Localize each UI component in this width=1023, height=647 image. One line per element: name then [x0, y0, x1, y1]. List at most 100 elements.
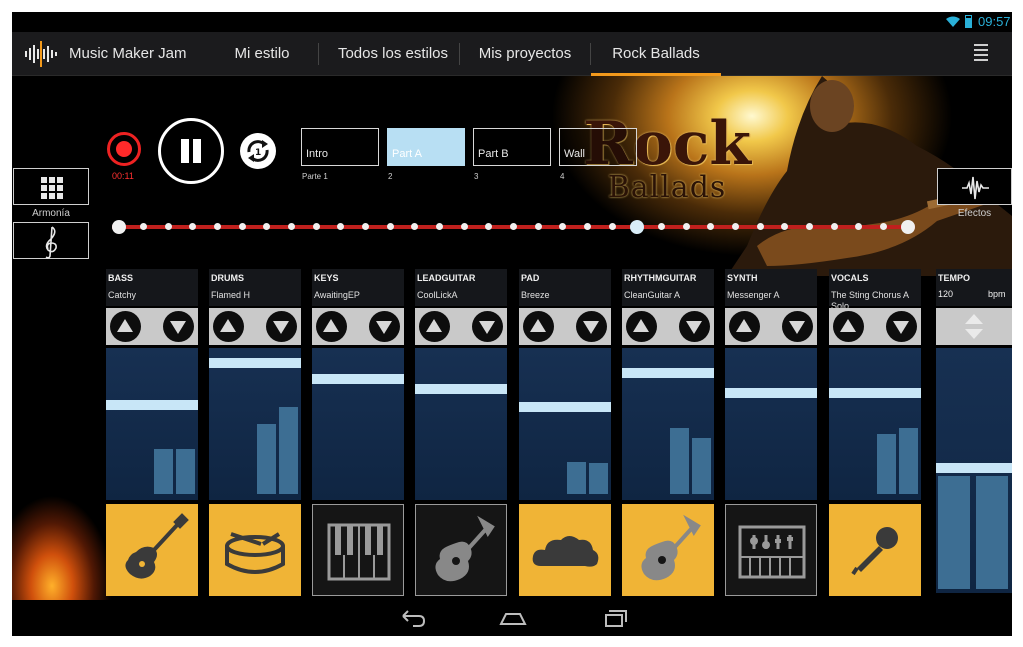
- timeline-marker[interactable]: [609, 223, 616, 230]
- volume-fader-handle[interactable]: [415, 384, 507, 394]
- tempo-fader-handle[interactable]: [936, 463, 1012, 473]
- next-loop-button[interactable]: [163, 311, 194, 342]
- timeline-marker[interactable]: [658, 223, 665, 230]
- volume-fader-handle[interactable]: [622, 368, 714, 378]
- instrument-toggle[interactable]: [725, 504, 817, 596]
- previous-loop-button[interactable]: [729, 311, 760, 342]
- loop-once-button[interactable]: 1: [240, 133, 276, 169]
- channel-header[interactable]: RHYTHMGUITAR CleanGuitar A: [622, 269, 714, 306]
- channel-header[interactable]: VOCALS The Sting Chorus A Solo: [829, 269, 921, 311]
- next-loop-button[interactable]: [266, 311, 297, 342]
- song-part-a[interactable]: Part A: [387, 128, 465, 166]
- effects-button[interactable]: [937, 168, 1012, 205]
- record-button[interactable]: [107, 132, 141, 166]
- tempo-slider[interactable]: [936, 348, 1012, 593]
- previous-loop-button[interactable]: [833, 311, 864, 342]
- channel-header[interactable]: DRUMS Flamed H: [209, 269, 301, 306]
- timeline-playhead[interactable]: [630, 220, 644, 234]
- timeline-marker[interactable]: [584, 223, 591, 230]
- timeline-marker[interactable]: [757, 223, 764, 230]
- next-loop-button[interactable]: [472, 311, 503, 342]
- volume-fader-handle[interactable]: [725, 388, 817, 398]
- next-loop-button[interactable]: [886, 311, 917, 342]
- volume-slider[interactable]: [106, 348, 198, 500]
- timeline-marker[interactable]: [189, 223, 196, 230]
- volume-fader-handle[interactable]: [312, 374, 404, 384]
- key-button[interactable]: [13, 222, 89, 259]
- instrument-toggle[interactable]: [829, 504, 921, 596]
- previous-loop-button[interactable]: [419, 311, 450, 342]
- channel-header[interactable]: BASS Catchy: [106, 269, 198, 306]
- timeline-marker[interactable]: [535, 223, 542, 230]
- timeline-marker[interactable]: [387, 223, 394, 230]
- timeline-marker[interactable]: [510, 223, 517, 230]
- song-timeline[interactable]: [112, 215, 915, 239]
- tab-rock-ballads[interactable]: Rock Ballads: [591, 32, 721, 76]
- timeline-marker[interactable]: [732, 223, 739, 230]
- song-part-wall[interactable]: Wall: [559, 128, 637, 166]
- next-loop-button[interactable]: [679, 311, 710, 342]
- timeline-marker[interactable]: [436, 223, 443, 230]
- previous-loop-button[interactable]: [213, 311, 244, 342]
- timeline-marker[interactable]: [362, 223, 369, 230]
- song-part-b[interactable]: Part B: [473, 128, 551, 166]
- timeline-marker[interactable]: [855, 223, 862, 230]
- overflow-menu-icon[interactable]: [974, 44, 996, 64]
- timeline-marker[interactable]: [263, 223, 270, 230]
- timeline-marker[interactable]: [214, 223, 221, 230]
- volume-slider[interactable]: [312, 348, 404, 500]
- volume-fader-handle[interactable]: [106, 400, 198, 410]
- channel-header[interactable]: LEADGUITAR CoolLickA: [415, 269, 507, 306]
- volume-fader-handle[interactable]: [519, 402, 611, 412]
- home-icon[interactable]: [498, 608, 528, 628]
- volume-slider[interactable]: [725, 348, 817, 500]
- timeline-marker[interactable]: [559, 223, 566, 230]
- tab-mis-proyectos[interactable]: Mis proyectos: [468, 32, 582, 76]
- timeline-marker[interactable]: [831, 223, 838, 230]
- pause-button[interactable]: [158, 118, 224, 184]
- next-loop-button[interactable]: [782, 311, 813, 342]
- instrument-toggle[interactable]: [415, 504, 507, 596]
- timeline-marker[interactable]: [288, 223, 295, 230]
- tab-todos-los-estilos[interactable]: Todos los estilos: [330, 32, 456, 76]
- timeline-marker[interactable]: [239, 223, 246, 230]
- instrument-toggle[interactable]: [106, 504, 198, 596]
- tempo-stepper[interactable]: [936, 308, 1012, 345]
- timeline-marker[interactable]: [683, 223, 690, 230]
- previous-loop-button[interactable]: [316, 311, 347, 342]
- timeline-marker[interactable]: [806, 223, 813, 230]
- song-part-intro[interactable]: Intro: [301, 128, 379, 166]
- timeline-marker[interactable]: [313, 223, 320, 230]
- harmony-button[interactable]: [13, 168, 89, 205]
- timeline-marker[interactable]: [485, 223, 492, 230]
- timeline-marker[interactable]: [337, 223, 344, 230]
- volume-fader-handle[interactable]: [829, 388, 921, 398]
- timeline-marker[interactable]: [461, 223, 468, 230]
- app-logo-icon[interactable]: [24, 41, 58, 67]
- instrument-toggle[interactable]: [312, 504, 404, 596]
- volume-slider[interactable]: [415, 348, 507, 500]
- next-loop-button[interactable]: [576, 311, 607, 342]
- channel-header[interactable]: PAD Breeze: [519, 269, 611, 306]
- instrument-toggle[interactable]: [622, 504, 714, 596]
- volume-slider[interactable]: [622, 348, 714, 500]
- channel-header[interactable]: SYNTH Messenger A: [725, 269, 817, 306]
- timeline-marker[interactable]: [112, 220, 126, 234]
- instrument-toggle[interactable]: [209, 504, 301, 596]
- instrument-toggle[interactable]: [519, 504, 611, 596]
- timeline-marker[interactable]: [781, 223, 788, 230]
- channel-header[interactable]: KEYS AwaitingEP: [312, 269, 404, 306]
- timeline-marker[interactable]: [880, 223, 887, 230]
- timeline-marker[interactable]: [707, 223, 714, 230]
- previous-loop-button[interactable]: [626, 311, 657, 342]
- timeline-marker[interactable]: [901, 220, 915, 234]
- tab-mi-estilo[interactable]: Mi estilo: [210, 32, 314, 76]
- back-icon[interactable]: [397, 608, 427, 628]
- volume-slider[interactable]: [209, 348, 301, 500]
- previous-loop-button[interactable]: [110, 311, 141, 342]
- timeline-marker[interactable]: [140, 223, 147, 230]
- previous-loop-button[interactable]: [523, 311, 554, 342]
- next-loop-button[interactable]: [369, 311, 400, 342]
- timeline-marker[interactable]: [411, 223, 418, 230]
- volume-fader-handle[interactable]: [209, 358, 301, 368]
